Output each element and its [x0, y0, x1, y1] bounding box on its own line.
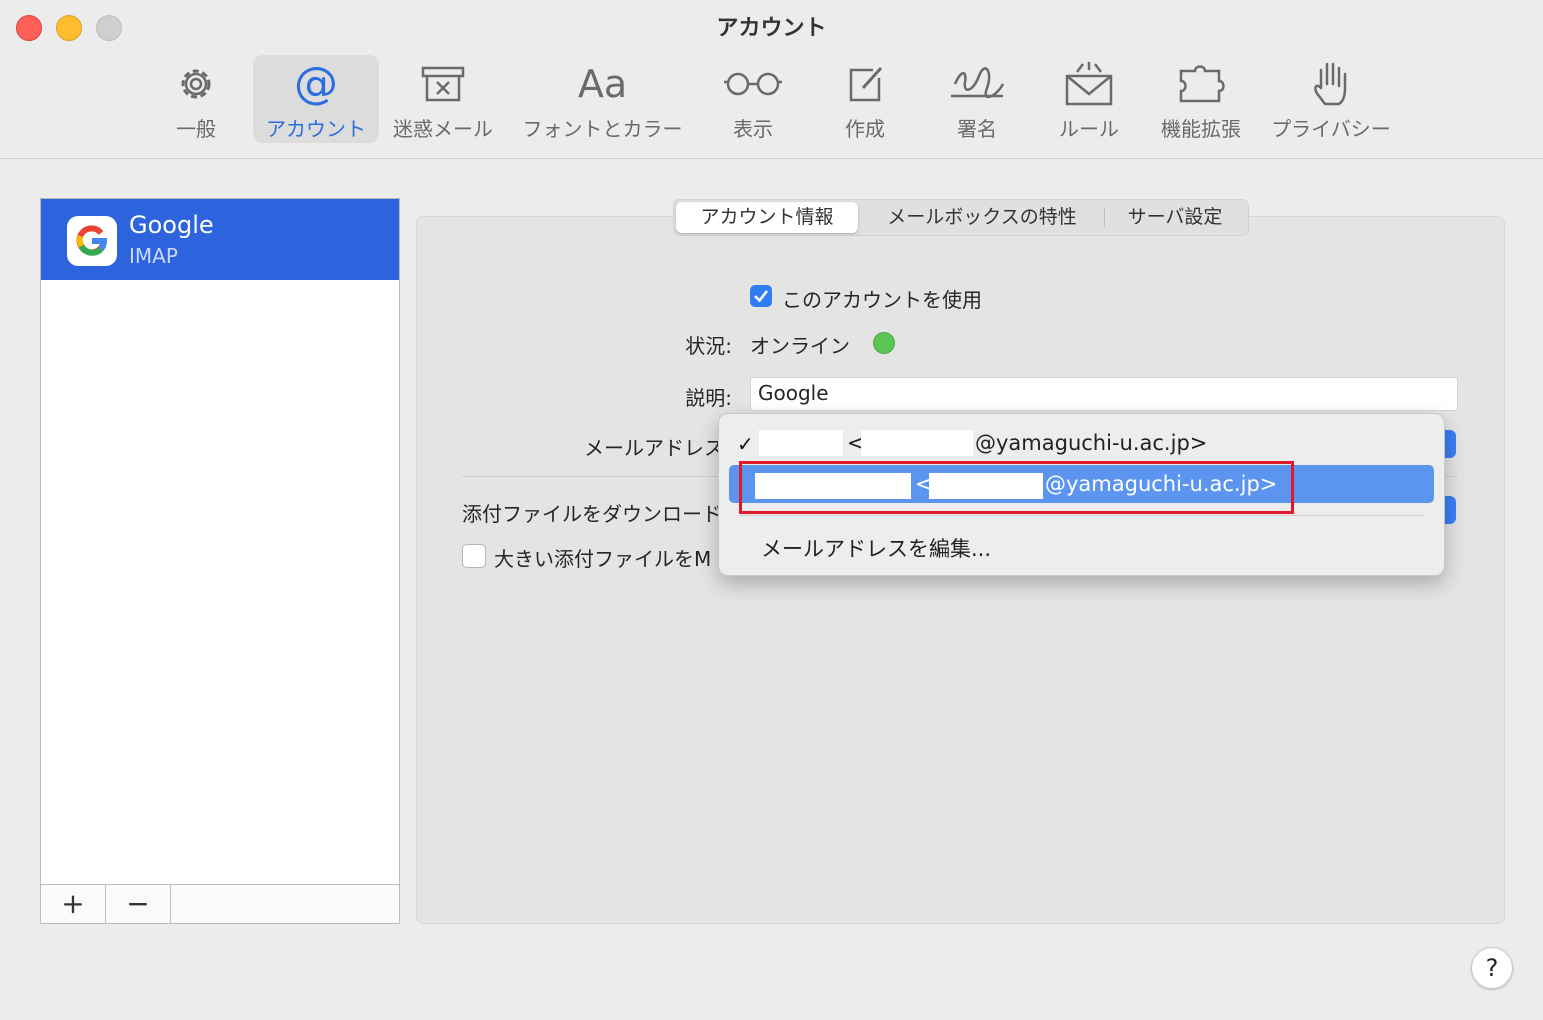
- remove-account-button[interactable]: −: [106, 885, 171, 923]
- rules-envelope-icon: [1063, 55, 1115, 113]
- tab-account-info[interactable]: アカウント情報: [676, 202, 858, 233]
- hand-icon: [1311, 55, 1351, 113]
- sidebar-toolbar: + −: [41, 884, 399, 923]
- menu-item-1-domain[interactable]: @yamaguchi-u.ac.jp>: [975, 431, 1207, 455]
- status-online-indicator: [873, 332, 895, 354]
- description-label: 説明:: [685, 386, 732, 410]
- font-icon: Aa: [577, 62, 628, 106]
- use-account-checkbox[interactable]: [750, 285, 772, 307]
- description-field[interactable]: Google: [750, 377, 1458, 411]
- redacted-name: [759, 430, 843, 456]
- annotation-highlight-box: [739, 461, 1294, 514]
- window-title: アカウント: [716, 16, 827, 41]
- toolbar-privacy[interactable]: プライバシー: [1268, 55, 1394, 143]
- status-label: 状況:: [685, 334, 732, 358]
- toolbar-signatures[interactable]: 署名: [944, 55, 1010, 143]
- compose-icon: [843, 55, 887, 113]
- extension-icon: [1175, 55, 1227, 113]
- edit-email-addresses-item[interactable]: メールアドレスを編集...: [761, 533, 991, 563]
- signature-icon: [947, 55, 1007, 113]
- toolbar-extensions[interactable]: 機能拡張: [1158, 55, 1244, 143]
- checkmark-icon: ✓: [737, 432, 754, 456]
- use-account-label: このアカウントを使用: [782, 288, 982, 312]
- toolbar-viewing[interactable]: 表示: [718, 55, 788, 143]
- email-address-label: メールアドレス: [584, 436, 724, 460]
- large-attachments-label: 大きい添付ファイルをM: [494, 547, 712, 571]
- at-sign-icon: @: [294, 58, 338, 109]
- status-value: オンライン: [750, 334, 850, 358]
- help-button[interactable]: ?: [1471, 947, 1513, 989]
- account-row-google[interactable]: Google IMAP: [41, 199, 399, 280]
- tab-divider: [1104, 208, 1105, 227]
- gear-icon: [174, 55, 218, 113]
- google-icon: [67, 216, 117, 266]
- toolbar-accounts[interactable]: @ アカウント: [253, 55, 379, 143]
- toolbar-composing[interactable]: 作成: [836, 55, 894, 143]
- large-attachments-checkbox[interactable]: [462, 544, 486, 568]
- title-bar: アカウント 一般 @ アカウント 迷惑メール Aa フォントとカラー 表示 作成…: [0, 0, 1543, 159]
- checkmark-icon: [754, 290, 769, 303]
- tab-server-settings[interactable]: サーバ設定: [1110, 200, 1240, 235]
- glasses-icon: [722, 55, 784, 113]
- description-value: Google: [758, 381, 829, 405]
- redacted-address: [861, 430, 973, 456]
- toolbar-junk-mail[interactable]: 迷惑メール: [390, 55, 496, 143]
- tab-mailbox-behaviors[interactable]: メールボックスの特性: [864, 200, 1100, 235]
- download-attachments-label: 添付ファイルをダウンロード: [462, 502, 722, 526]
- account-name: Google: [129, 211, 214, 239]
- account-type: IMAP: [129, 244, 178, 268]
- settings-tabs: アカウント情報 メールボックスの特性 サーバ設定: [673, 199, 1249, 236]
- toolbar-general[interactable]: 一般: [160, 55, 232, 143]
- junk-box-icon: [419, 55, 467, 113]
- menu-separator: [739, 515, 1424, 516]
- toolbar-fonts-colors[interactable]: Aa フォントとカラー: [520, 55, 685, 143]
- add-account-button[interactable]: +: [41, 885, 106, 923]
- toolbar-rules[interactable]: ルール: [1056, 55, 1122, 143]
- accounts-list: Google IMAP + −: [40, 198, 400, 924]
